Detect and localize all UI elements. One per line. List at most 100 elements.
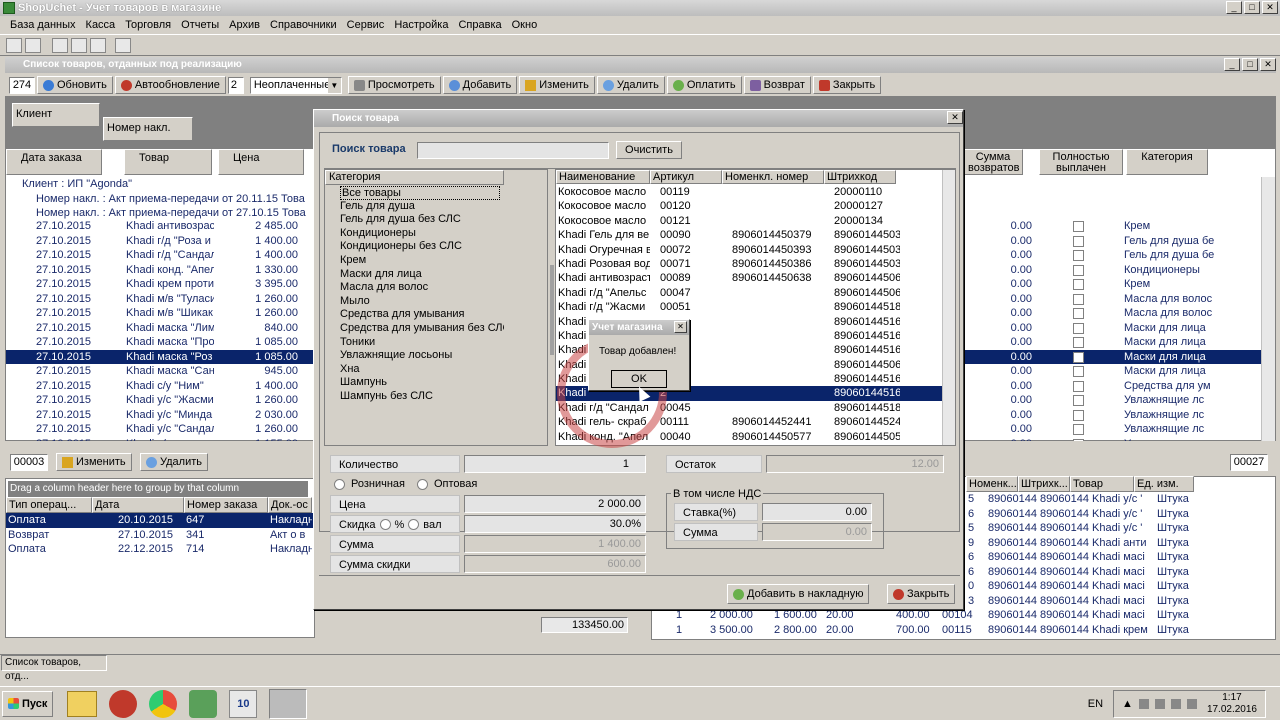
column-header[interactable]: Товар — [1070, 476, 1134, 492]
qty-input[interactable]: 1 — [464, 455, 646, 473]
autorefresh-interval[interactable]: 2 — [227, 76, 244, 94]
category-item[interactable]: Шампунь без СЛС — [340, 390, 504, 404]
product-row[interactable]: Khadi г/д "Жасми 00051 890601445180 — [556, 300, 945, 314]
language-indicator[interactable]: EN — [1088, 698, 1103, 710]
add-to-invoice-button[interactable]: Добавить в накладную — [727, 584, 870, 604]
column-header[interactable]: Тип операц... — [6, 497, 92, 513]
retail-radio[interactable] — [334, 478, 345, 490]
column-header[interactable]: Дата заказа — [6, 149, 102, 175]
window-icon[interactable] — [90, 38, 106, 53]
wholesale-radio[interactable] — [417, 478, 428, 490]
column-header[interactable]: Дата — [92, 497, 184, 513]
orders-scrollbar[interactable] — [1261, 177, 1275, 441]
val-radio[interactable] — [408, 519, 420, 530]
product-row[interactable]: Кокосовое масло 00120 20000127 — [556, 199, 945, 213]
menu-item[interactable]: Настройка — [394, 19, 448, 31]
column-header[interactable]: Штрихк... — [1018, 476, 1070, 492]
tray-icon[interactable] — [1170, 698, 1181, 709]
column-header[interactable]: Категория — [1126, 149, 1208, 175]
menu-item[interactable]: Сервис — [347, 19, 385, 31]
table-row[interactable]: 1 2 000.00 1 600.00 20.00 400.00 00104 8906014… — [652, 608, 1272, 623]
search-input[interactable] — [417, 142, 609, 159]
window-icon[interactable] — [71, 38, 87, 53]
minimize-button[interactable]: _ — [1226, 1, 1242, 14]
menu-item[interactable]: Касса — [86, 19, 116, 31]
menu-item[interactable]: Окно — [512, 19, 538, 31]
autorefresh-button[interactable]: Автообновление — [114, 76, 226, 94]
tray-icon[interactable] — [1154, 698, 1165, 709]
category-item[interactable]: Крем — [340, 254, 504, 268]
column-header[interactable]: Артикул — [650, 170, 722, 184]
table-row[interactable]: 1 3 500.00 2 800.00 20.00 700.00 00115 8906014… — [652, 623, 1272, 638]
paid-checkbox[interactable] — [1073, 250, 1084, 261]
column-header[interactable]: Наименование — [556, 170, 650, 184]
product-row[interactable]: Кокосовое масло 00121 20000134 — [556, 214, 945, 228]
paid-checkbox[interactable] — [1073, 424, 1084, 435]
product-row[interactable]: Khadi г/д "Апельс 00047 890601445060 — [556, 286, 945, 300]
paid-checkbox[interactable] — [1073, 438, 1084, 441]
column-header[interactable]: Полностью выплачен — [1039, 149, 1123, 175]
column-header[interactable]: Штрихкод — [824, 170, 896, 184]
category-item[interactable]: Гель для душа — [340, 200, 504, 214]
column-header[interactable]: Сумма возвратов — [963, 149, 1023, 175]
paid-checkbox[interactable] — [1073, 264, 1084, 276]
column-header[interactable]: Ед. изм. — [1134, 476, 1194, 492]
chevron-up-icon[interactable]: ▲ — [1122, 698, 1133, 710]
refresh-button[interactable]: Обновить — [37, 76, 113, 94]
category-item[interactable]: Средства для умывания без СЛС — [340, 322, 504, 336]
column-header[interactable]: Док.-ос — [268, 497, 312, 513]
paid-checkbox[interactable] — [1073, 308, 1084, 319]
groupby-nakl[interactable]: Номер накл. — [103, 117, 193, 141]
menu-item[interactable]: Справка — [458, 19, 501, 31]
pct-radio[interactable] — [379, 519, 391, 530]
network-icon[interactable] — [189, 689, 218, 718]
message-close-button[interactable]: ✕ — [674, 321, 687, 333]
lock-icon[interactable] — [6, 38, 22, 53]
close-button[interactable]: ✕ — [1260, 58, 1276, 71]
shopuchet-task-icon[interactable] — [269, 688, 308, 719]
paid-checkbox[interactable] — [1073, 322, 1084, 334]
dialog-close-btn[interactable]: Закрыть — [887, 584, 956, 604]
paid-checkbox[interactable] — [1073, 337, 1084, 348]
paid-checkbox[interactable] — [1073, 366, 1084, 377]
product-scrollbar[interactable] — [942, 170, 955, 445]
status-tab[interactable]: Список товаров, отд... — [1, 655, 107, 682]
category-item[interactable]: Шампунь — [340, 376, 504, 390]
menu-item[interactable]: Архив — [229, 19, 260, 31]
edit-button[interactable]: Изменить — [519, 76, 595, 94]
clear-button[interactable]: Очистить — [616, 141, 682, 159]
paid-checkbox[interactable] — [1073, 293, 1084, 305]
category-item[interactable]: Увлажнящие лосьоны — [340, 349, 504, 363]
volume-icon[interactable] — [1186, 698, 1197, 709]
maximize-button[interactable]: □ — [1244, 1, 1260, 14]
paid-checkbox[interactable] — [1073, 351, 1084, 363]
paid-checkbox[interactable] — [1073, 409, 1084, 421]
column-header[interactable]: Товар — [124, 149, 212, 175]
column-header[interactable]: Номенкл. номер — [722, 170, 824, 184]
wordpad-icon[interactable]: 10 — [229, 689, 258, 718]
minimize-button[interactable]: _ — [1224, 58, 1240, 71]
paid-checkbox[interactable] — [1073, 221, 1084, 232]
discount-input[interactable]: 30.0% — [464, 515, 646, 533]
book-icon[interactable] — [115, 38, 131, 53]
column-header[interactable]: Номер заказа — [184, 497, 268, 513]
dialog-close-button[interactable]: ✕ — [947, 111, 963, 124]
delete-payment-button[interactable]: Удалить — [140, 453, 208, 471]
pay-button[interactable]: Оплатить — [666, 76, 742, 94]
paid-checkbox[interactable] — [1073, 380, 1084, 392]
category-item[interactable]: Маски для лица — [340, 268, 504, 282]
tray-icon[interactable] — [1138, 698, 1149, 709]
splitter[interactable] — [550, 265, 554, 355]
product-row[interactable]: Khadi Огуречная в 00072 8906014450393 89060… — [556, 243, 945, 257]
menu-item[interactable]: Торговля — [125, 19, 171, 31]
menu-item[interactable]: Отчеты — [181, 19, 219, 31]
return-button[interactable]: Возврат — [743, 76, 811, 94]
menu-item[interactable]: Справочники — [270, 19, 337, 31]
product-row[interactable]: Кокосовое масло 00119 20000110 — [556, 185, 945, 199]
delete-button[interactable]: Удалить — [596, 76, 665, 94]
table-row[interactable]: Оплата 20.10.2015 647 Накладн — [6, 513, 314, 528]
table-row[interactable]: Возврат 27.10.2015 341 Акт о в — [6, 528, 314, 543]
category-item[interactable]: Все товары — [340, 186, 500, 200]
category-item[interactable]: Хна — [340, 363, 504, 377]
groupby-client[interactable]: Клиент — [12, 103, 100, 127]
